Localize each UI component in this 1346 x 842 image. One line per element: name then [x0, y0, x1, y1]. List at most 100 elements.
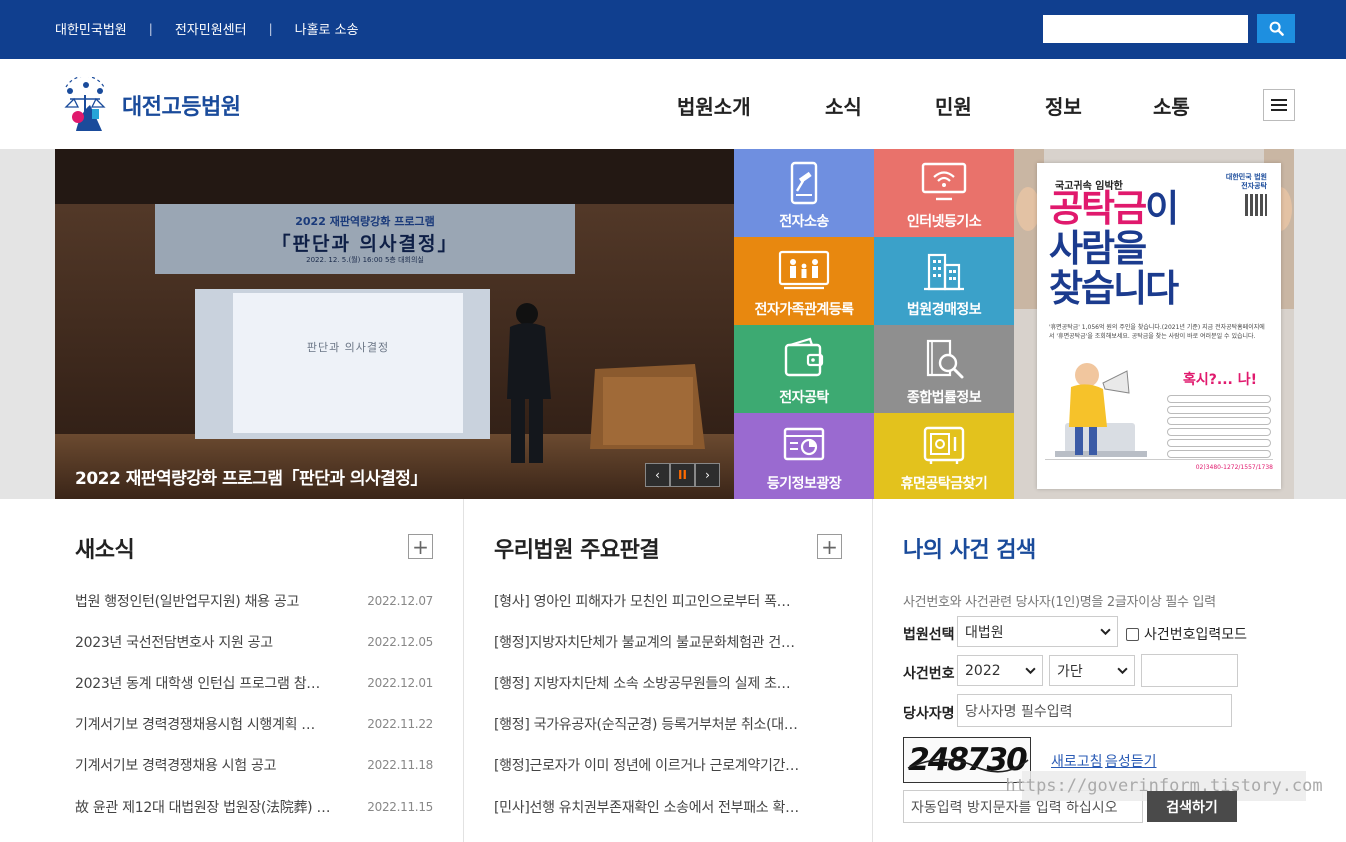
news-more-button[interactable]: +	[408, 534, 433, 559]
tile-label: 휴면공탁금찾기	[900, 476, 988, 492]
court-select[interactable]: 대법원	[957, 616, 1118, 647]
news-item[interactable]: 2023년 국선전담변호사 지원 공고 2022.12.05	[75, 621, 433, 662]
poster-checklist	[1167, 395, 1271, 461]
slide-banner-date: 2022. 12. 5.(월) 16:00 5층 대회의실	[306, 256, 424, 264]
link-e-civil-center[interactable]: 전자민원센터	[175, 19, 247, 38]
chevron-down-icon	[1025, 667, 1036, 675]
ruling-item[interactable]: [형사] 영아인 피해자가 모친인 피고인으로부터 폭…	[494, 580, 816, 621]
captcha-audio-link[interactable]: 음성듣기	[1105, 751, 1157, 771]
tile-court-auction[interactable]: 법원경매정보	[874, 237, 1014, 325]
book-search-icon	[926, 339, 964, 379]
news-item[interactable]: 법원 행정인턴(일반업무지원) 채용 공고 2022.12.07	[75, 580, 433, 621]
link-supreme-court[interactable]: 대한민국법원	[55, 19, 127, 38]
register-chart-icon	[783, 427, 825, 461]
tile-e-litigation[interactable]: 전자소송	[734, 149, 874, 237]
hamburger-icon	[1271, 99, 1287, 101]
poster-body-text: '휴면공탁금' 1,056억 원의 주인을 찾습니다.(2021년 기준) 지금…	[1049, 324, 1265, 340]
tile-label: 종합법률정보	[906, 390, 982, 406]
tile-label: 전자소송	[779, 214, 829, 230]
column-divider	[463, 499, 464, 842]
search-icon	[1269, 21, 1284, 36]
slide-banner-subtitle: 「판단과 의사결정」	[271, 233, 459, 255]
top-utility-bar: 대한민국법원 | 전자민원센터 | 나홀로 소송	[0, 0, 1346, 59]
separator: |	[268, 21, 273, 36]
poster-illustration	[1055, 363, 1147, 457]
case-number-mode-checkbox[interactable]: 사건번호입력모드	[1126, 624, 1247, 644]
tile-registry-data-square[interactable]: 등기정보광장	[734, 413, 874, 499]
main-header: 대전고등법원 법원소개 소식 민원 정보 소통	[0, 59, 1346, 149]
case-type-value: 가단	[1057, 663, 1083, 680]
qr-code-icon	[1245, 194, 1267, 216]
slide-pause-button[interactable]: II	[670, 463, 695, 487]
party-name-label: 당사자명	[903, 706, 955, 722]
poster-title-line2: 사람을	[1049, 227, 1147, 270]
wallet-icon	[784, 337, 824, 377]
tile-e-family-registration[interactable]: 전자가족관계등록	[734, 237, 874, 325]
news-item[interactable]: 기계서기보 경력경쟁채용시험 시행계획 … 2022.11.22	[75, 704, 433, 745]
chevron-down-icon	[1117, 667, 1128, 675]
tile-internet-registry[interactable]: 인터넷등기소	[874, 149, 1014, 237]
tile-label: 인터넷등기소	[906, 214, 982, 230]
top-links: 대한민국법원 | 전자민원센터 | 나홀로 소송	[55, 19, 359, 39]
slide-caption: 2022 재판역량강화 프로그램「판단과 의사결정」	[75, 469, 427, 489]
case-year-value: 2022	[965, 662, 1001, 679]
nav-communication[interactable]: 소통	[1153, 91, 1190, 120]
court-select-value: 대법원	[965, 624, 1004, 641]
nav-civil[interactable]: 민원	[935, 91, 972, 120]
case-search-description: 사건번호와 사건관련 당사자(1인)명을 2글자이상 필수 입력	[903, 595, 1216, 610]
slide-banner-title: 2022 재판역량강화 프로그램	[295, 215, 435, 228]
slide-photo	[55, 149, 734, 499]
news-item[interactable]: 2023년 동계 대학생 인턴십 프로그램 참… 2022.12.01	[75, 662, 433, 703]
poster-title-suffix: 이	[1145, 187, 1179, 230]
site-logo[interactable]: 대전고등법원	[56, 77, 241, 133]
ruling-item[interactable]: [민사]선행 유치권부존재확인 소송에서 전부패소 확…	[494, 786, 816, 827]
quick-service-tiles: 전자소송 인터넷등기소 전자가족관계등록 법원경매정보 전자공탁 종합법률정보 …	[734, 149, 1014, 499]
tile-dormant-deposit[interactable]: 휴면공탁금찾기	[874, 413, 1014, 499]
tile-e-deposit[interactable]: 전자공탁	[734, 325, 874, 413]
site-search-input[interactable]	[1043, 15, 1248, 43]
news-item[interactable]: 故 윤관 제12대 대법원장 법원장(法院葬) … 2022.11.15	[75, 786, 433, 827]
case-serial-input[interactable]	[1141, 654, 1238, 687]
slide-prev-button[interactable]: ‹	[645, 463, 670, 487]
case-search-button[interactable]: 검색하기	[1147, 791, 1237, 822]
tablet-gavel-icon	[790, 161, 818, 205]
poster-badge: 대한민국 법원 전자공탁	[1226, 173, 1267, 216]
ruling-item[interactable]: [행정]근로자가 이미 정년에 이르거나 근로계약기간…	[494, 745, 816, 786]
news-item[interactable]: 기계서기보 경력경쟁채용 시험 공고 2022.11.18	[75, 745, 433, 786]
court-emblem-icon	[64, 77, 106, 131]
logo-text: 대전고등법원	[122, 95, 241, 120]
link-self-litigation[interactable]: 나홀로 소송	[295, 19, 359, 38]
case-number-mode-label: 사건번호입력모드	[1144, 627, 1248, 643]
rulings-more-button[interactable]: +	[817, 534, 842, 559]
dormant-deposit-poster-banner[interactable]: 국고귀속 임박한 대한민국 법원 전자공탁 공탁금이 사람을 찾습니다 '휴면공…	[1014, 149, 1294, 499]
rulings-title: 우리법원 주요판결	[494, 538, 660, 563]
main-slideshow[interactable]: 2022 재판역량강화 프로그램 「판단과 의사결정」 2022. 12. 5.…	[55, 149, 734, 499]
ruling-item[interactable]: [행정]지방자치단체가 불교계의 불교문화체험관 건…	[494, 621, 816, 662]
tile-label: 전자공탁	[779, 390, 829, 406]
site-search-button[interactable]	[1257, 14, 1295, 43]
poster-title-line3: 찾습니다	[1049, 267, 1179, 310]
monitor-wifi-icon	[921, 162, 967, 201]
nav-about[interactable]: 법원소개	[677, 91, 751, 120]
news-title: 새소식	[75, 538, 135, 563]
slide-next-button[interactable]: ›	[695, 463, 720, 487]
slide-screen-text: 판단과 의사결정	[306, 341, 390, 354]
checkbox-box[interactable]	[1126, 627, 1139, 641]
nav-info[interactable]: 정보	[1045, 91, 1082, 120]
poster-paper: 국고귀속 임박한 대한민국 법원 전자공탁 공탁금이 사람을 찾습니다 '휴면공…	[1037, 163, 1281, 489]
family-icon	[778, 250, 830, 290]
nav-news[interactable]: 소식	[825, 91, 862, 120]
poster-badge-line1: 대한민국 법원	[1225, 173, 1267, 181]
ruling-item[interactable]: [행정] 지방자치단체 소속 소방공무원들의 실제 초…	[494, 662, 816, 703]
captcha-refresh-link[interactable]: 새로고침	[1051, 751, 1103, 771]
tile-label: 법원경매정보	[906, 302, 982, 318]
party-name-input[interactable]: 당사자명 필수입력	[957, 694, 1232, 727]
party-name-placeholder: 당사자명 필수입력	[965, 703, 1073, 720]
case-type-select[interactable]: 가단	[1049, 655, 1135, 686]
slide-controls: ‹ II ›	[645, 463, 720, 487]
ruling-item[interactable]: [행정] 국가유공자(순직군경) 등록거부처분 취소(대…	[494, 704, 816, 745]
case-year-select[interactable]: 2022	[957, 655, 1043, 686]
all-menu-button[interactable]	[1263, 89, 1295, 121]
news-list: 법원 행정인턴(일반업무지원) 채용 공고 2022.12.07 2023년 국선…	[75, 580, 433, 827]
tile-legal-info[interactable]: 종합법률정보	[874, 325, 1014, 413]
